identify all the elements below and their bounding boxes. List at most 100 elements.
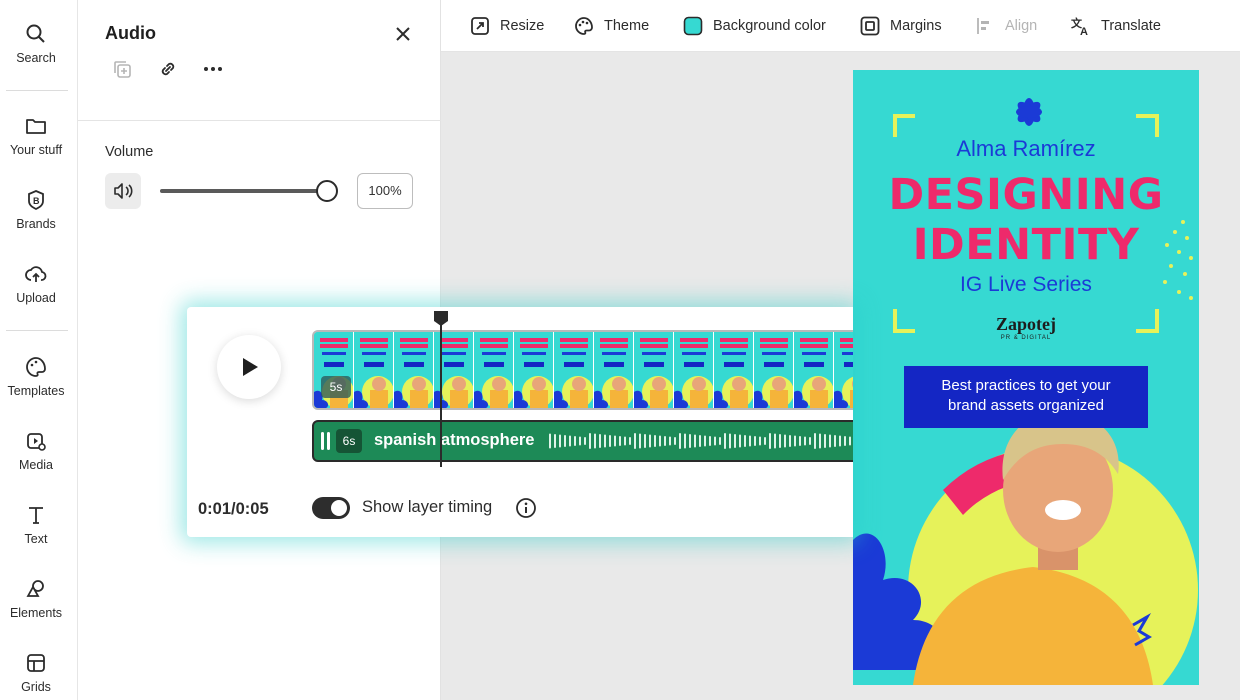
- waveform-bar: [704, 435, 706, 447]
- audio-track[interactable]: 6s spanish atmosphere: [312, 420, 853, 462]
- waveform-bar: [809, 437, 811, 445]
- sidebar-item-text[interactable]: Text: [0, 503, 72, 546]
- volume-slider-thumb[interactable]: [316, 180, 338, 202]
- waveform-bar: [839, 435, 841, 447]
- waveform-bar: [714, 436, 716, 446]
- waveform-bar: [814, 433, 816, 449]
- waveform-bar: [724, 433, 726, 449]
- waveform-bar: [664, 436, 666, 446]
- sidebar-item-label: Search: [16, 51, 56, 65]
- design-text-box: Best practices to get your brand assets …: [904, 366, 1148, 428]
- waveform-bar: [774, 433, 776, 449]
- translate-button[interactable]: 文A Translate: [1071, 15, 1161, 38]
- waveform-bar: [794, 435, 796, 447]
- margins-button[interactable]: Margins: [860, 15, 942, 37]
- video-frame-thumbnail: [754, 332, 794, 408]
- design-brand-logo: Zapotej: [996, 314, 1056, 334]
- toolbar-label: Resize: [500, 18, 545, 34]
- audio-track-name: spanish atmosphere: [374, 431, 535, 449]
- sidebar-item-grids[interactable]: Grids: [0, 651, 72, 694]
- waveform-bar: [694, 434, 696, 448]
- theme-button[interactable]: Theme: [574, 15, 649, 37]
- video-frame-thumbnail: [474, 332, 514, 408]
- video-frame-thumbnail: [634, 332, 674, 408]
- playhead-handle[interactable]: [433, 310, 449, 327]
- svg-text:B: B: [33, 196, 40, 206]
- svg-text:A: A: [1080, 26, 1088, 36]
- waveform-bar: [679, 433, 681, 449]
- playhead-line[interactable]: [440, 321, 442, 467]
- link-icon[interactable]: [157, 58, 181, 82]
- waveform-bar: [849, 436, 851, 446]
- more-options-icon[interactable]: [202, 58, 226, 82]
- video-track[interactable]: 5s: [312, 330, 853, 410]
- waveform-bar: [584, 437, 586, 445]
- toolbar-label: Background color: [713, 18, 826, 34]
- background-color-button[interactable]: Background color: [683, 15, 826, 37]
- folder-icon: [0, 114, 72, 140]
- video-frame-thumbnail: [674, 332, 714, 408]
- sidebar-item-search[interactable]: Search: [0, 22, 72, 65]
- waveform-bar: [749, 435, 751, 447]
- sidebar-item-templates[interactable]: Templates: [0, 355, 72, 398]
- media-icon: [0, 429, 72, 455]
- sidebar-item-label: Templates: [7, 384, 65, 398]
- volume-value-input[interactable]: 100%: [357, 173, 413, 209]
- align-icon: [975, 16, 995, 36]
- show-layer-timing-toggle[interactable]: [312, 497, 350, 519]
- toolbar-label: Translate: [1101, 18, 1161, 34]
- waveform-bar: [799, 436, 801, 446]
- waveform-bar: [639, 433, 641, 449]
- close-icon[interactable]: [393, 24, 413, 44]
- waveform-bar: [619, 436, 621, 446]
- video-frame-thumbnail: [794, 332, 834, 408]
- waveform-bar: [779, 434, 781, 448]
- video-frame-thumbnail: [834, 332, 853, 408]
- sidebar-item-brands[interactable]: B Brands: [0, 188, 72, 231]
- rail-divider: [6, 330, 68, 331]
- color-swatch-icon: [683, 16, 703, 36]
- play-icon: [243, 358, 258, 376]
- brand-icon: B: [0, 188, 72, 214]
- sidebar-item-upload[interactable]: Upload: [0, 262, 72, 305]
- design-canvas[interactable]: Alma Ramírez DESIGNING IDENTITY IG Live …: [853, 70, 1199, 685]
- waveform-bar: [709, 436, 711, 446]
- waveform-bar: [559, 434, 561, 448]
- sidebar-item-media[interactable]: Media: [0, 429, 72, 472]
- waveform-bar: [649, 434, 651, 448]
- volume-slider-track[interactable]: [160, 189, 325, 193]
- design-brand-tagline: PR & DIGITAL: [1000, 335, 1052, 341]
- sidebar-item-your-stuff[interactable]: Your stuff: [0, 114, 72, 157]
- info-icon[interactable]: [515, 497, 537, 519]
- waveform-bar: [654, 435, 656, 447]
- waveform-bar: [629, 437, 631, 445]
- waveform-bar: [754, 436, 756, 446]
- grid-icon: [0, 651, 72, 677]
- waveform-bar: [589, 433, 591, 449]
- margins-icon: [860, 16, 880, 36]
- panel-divider: [78, 120, 441, 121]
- time-readout: 0:01/0:05: [198, 500, 269, 518]
- waveform-bar: [699, 435, 701, 447]
- play-button[interactable]: [217, 335, 281, 399]
- waveform-bar: [659, 435, 661, 447]
- waveform-bar: [759, 436, 761, 446]
- sidebar-item-label: Brands: [16, 217, 56, 231]
- waveform-bar: [789, 435, 791, 447]
- waveform-bar: [734, 434, 736, 448]
- waveform-bar: [769, 433, 771, 449]
- video-frame-thumbnail: [554, 332, 594, 408]
- video-frame-thumbnail: [354, 332, 394, 408]
- speaker-icon[interactable]: [105, 173, 141, 209]
- sidebar-item-label: Elements: [9, 606, 63, 620]
- waveform-bar: [569, 435, 571, 447]
- sidebar-item-elements[interactable]: Elements: [0, 577, 72, 620]
- duplicate-icon[interactable]: [111, 58, 135, 82]
- waveform-bar: [634, 433, 636, 449]
- sidebar-item-label: Media: [18, 458, 54, 472]
- waveform-bar: [764, 437, 766, 445]
- resize-button[interactable]: Resize: [470, 15, 544, 37]
- waveform-bar: [784, 434, 786, 448]
- align-button[interactable]: Align: [975, 15, 1037, 37]
- waveform-bar: [719, 437, 721, 445]
